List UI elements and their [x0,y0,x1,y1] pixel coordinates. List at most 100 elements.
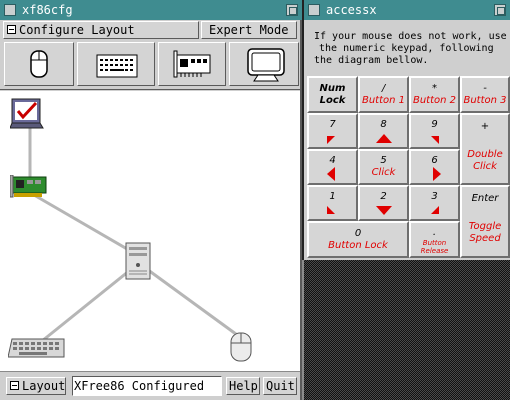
key-label: Enter [471,193,499,204]
key-1[interactable]: 1 [307,185,358,221]
arrow-up-right-icon [431,136,439,144]
key-label: Lock [319,95,346,106]
key-2[interactable]: 2 [358,185,409,221]
expert-mode-label: Expert Mode [209,23,289,37]
key-minus[interactable]: - Button 3 [460,76,510,113]
instruction-line: the diagram bellow. [314,55,429,66]
key-function: Button 3 [463,95,507,106]
key-label: 7 [329,119,336,130]
key-function: Button Lock [328,240,388,251]
keyboard-icon [96,54,138,78]
key-label: 0 [354,228,362,239]
layout-menu-button[interactable]: Layout [6,377,66,395]
configure-layout-menu[interactable]: Configure Layout [3,21,199,39]
key-label: . [432,227,437,238]
connection-lines [28,126,241,343]
toolbar-keyboard-button[interactable] [77,42,155,86]
key-label: 1 [329,191,336,202]
key-label: + [480,121,490,132]
arrow-up-left-icon [327,136,335,144]
help-button-label: Help [229,379,258,393]
mouse-device-icon[interactable] [228,329,254,365]
key-4[interactable]: 4 [307,149,358,185]
key-0[interactable]: 0 Button Lock [307,221,409,258]
key-function: Double [467,149,503,160]
arrow-down-left-icon [327,206,335,214]
quit-button[interactable]: Quit [263,377,297,395]
key-6[interactable]: 6 [409,149,460,185]
key-5[interactable]: 5 Click [358,149,409,185]
key-label: 5 [380,155,387,166]
xf86cfg-window: xf86cfg Configure Layout Expert Mode Lay… [0,0,302,400]
key-function: Click [473,161,497,172]
key-label: 2 [380,191,387,202]
key-function: Speed [469,233,501,244]
help-button[interactable]: Help [226,377,260,395]
arrow-down-icon [376,206,392,215]
toolbar-card-button[interactable] [158,42,226,86]
key-enter[interactable]: Enter Toggle Speed [460,185,510,258]
key-dot[interactable]: . Button Release [409,221,460,258]
expert-mode-button[interactable]: Expert Mode [201,21,297,39]
accessx-titlebar[interactable]: accessx [304,0,510,20]
key-label: / [381,83,386,94]
bottom-bar: Layout XFree86 Configured Help Quit [0,371,300,400]
instructions: If your mouse does not work, use the num… [314,31,507,67]
arrow-down-right-icon [431,206,439,214]
quit-button-label: Quit [266,379,295,393]
key-function: Release [420,247,449,255]
key-3[interactable]: 3 [409,185,460,221]
key-function: Button 2 [412,95,457,106]
instruction-line: If your mouse does not work, use [314,31,507,42]
key-slash[interactable]: / Button 1 [358,76,409,113]
arrow-up-icon [376,134,392,143]
key-label: 6 [431,155,438,166]
key-function: Toggle [468,221,502,232]
window-menu-button[interactable] [4,4,16,16]
key-label: Num [319,83,346,94]
key-8[interactable]: 8 [358,113,409,149]
key-plus[interactable]: + Double Click [460,113,510,185]
maximize-button[interactable] [286,4,298,16]
computer-device-icon[interactable] [124,241,152,281]
video-card-device-icon[interactable] [10,175,50,199]
key-label: 8 [380,119,387,130]
maximize-button[interactable] [494,4,506,16]
key-star[interactable]: * Button 2 [409,76,460,113]
mouse-icon [30,50,48,78]
key-function: Click [371,167,396,178]
status-text: XFree86 Configured [74,379,205,393]
menu-icon [7,25,16,34]
toolbar-mouse-button[interactable] [4,42,74,86]
key-label: 4 [329,155,336,166]
arrow-left-icon [327,167,335,181]
window-title: accessx [326,3,377,17]
key-num-lock[interactable]: Num Lock [307,76,358,113]
monitor-device-icon[interactable] [10,97,44,131]
menu-bar: Configure Layout Expert Mode [0,20,300,40]
card-icon [173,50,211,78]
key-7[interactable]: 7 [307,113,358,149]
status-field: XFree86 Configured [72,376,222,396]
instruction-line: the numeric keypad, following [319,43,494,54]
device-toolbar [0,40,300,90]
toolbar-monitor-button[interactable] [229,42,299,86]
window-title: xf86cfg [22,3,73,17]
xf86cfg-titlebar[interactable]: xf86cfg [0,0,302,20]
key-label: 3 [431,191,438,202]
window-menu-button[interactable] [308,4,320,16]
key-function: Button [422,239,447,247]
configure-layout-label: Configure Layout [19,23,135,37]
key-label: - [483,83,487,94]
key-label: * [432,83,437,94]
key-label: 9 [431,119,438,130]
menu-icon [10,381,19,390]
keyboard-device-icon[interactable] [8,335,66,361]
layout-canvas[interactable] [0,91,300,371]
desktop-background [304,260,510,400]
monitor-icon [247,48,285,82]
keypad: Num Lock / Button 1 * Button 2 - Button … [307,76,510,258]
arrow-right-icon [433,167,441,181]
key-9[interactable]: 9 [409,113,460,149]
layout-button-label: Layout [22,379,66,393]
